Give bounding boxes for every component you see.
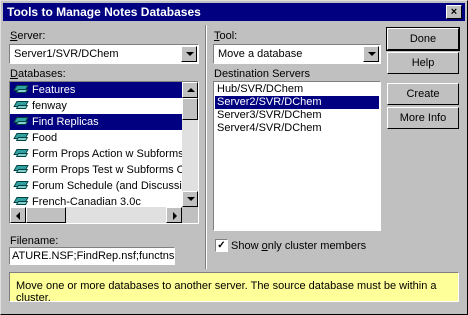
database-icon (13, 149, 29, 158)
vertical-divider (205, 25, 207, 269)
database-icon (13, 197, 29, 206)
database-list-item[interactable]: Form Props Test w Subforms Orig (10, 162, 197, 178)
server-dropdown-arrow[interactable] (181, 46, 197, 62)
databases-list[interactable]: Features fenway Find Replicas Food Form Prop… (9, 81, 199, 224)
database-list-item[interactable]: fenway (10, 98, 182, 114)
databases-vertical-scrollbar[interactable] (182, 82, 198, 207)
server-value: Server1/SVR/DChem (14, 48, 119, 60)
cluster-members-label: Show only cluster members (231, 240, 367, 252)
destination-server-item[interactable]: Server4/SVR/DChem (215, 122, 379, 135)
database-icon (13, 101, 29, 110)
database-list-item[interactable]: Forum Schedule (and Discussion) (10, 178, 198, 194)
database-icon (13, 165, 29, 174)
server-dropdown[interactable]: Server1/SVR/DChem (9, 44, 199, 64)
database-item-label: Food (32, 132, 58, 144)
more-info-button[interactable]: More Info (387, 107, 459, 129)
filename-field[interactable]: ATURE.NSF;FindRep.nsf;functns.nsf (9, 247, 175, 265)
tool-label: Tool: (214, 30, 238, 42)
database-list-item[interactable]: Find Replicas (10, 114, 182, 130)
database-list-item[interactable]: Form Props Action w SubformsFT (10, 146, 197, 162)
arrow-right-icon (173, 212, 177, 220)
window-title: Tools to Manage Notes Databases (7, 5, 201, 19)
arrow-left-icon (16, 212, 20, 220)
database-item-label: fenway (32, 100, 67, 112)
database-item-label: Form Props Test w Subforms Orig (32, 164, 198, 176)
database-item-label: Features (32, 84, 76, 96)
scrollbar-corner (182, 207, 198, 223)
database-item-label: Forum Schedule (and Discussion) (32, 180, 198, 192)
help-button[interactable]: Help (387, 52, 459, 74)
destination-servers-list[interactable]: Hub/SVR/DChem Server2/SVR/DChem Server3/SV… (213, 81, 381, 231)
chevron-down-icon (186, 52, 194, 56)
database-icon (13, 133, 29, 142)
databases-horizontal-scrollbar[interactable] (10, 207, 182, 223)
status-message: Move one or more databases to another se… (9, 272, 459, 304)
arrow-down-icon (187, 197, 195, 201)
database-icon (13, 117, 29, 126)
tool-dropdown-arrow[interactable] (363, 46, 379, 62)
server-label: Server: (10, 30, 46, 42)
chevron-down-icon (368, 52, 376, 56)
scroll-left-button[interactable] (10, 207, 26, 223)
horizontal-scroll-thumb[interactable] (26, 207, 66, 223)
tool-dropdown[interactable]: Move a database (213, 44, 381, 64)
tool-value: Move a database (218, 48, 303, 60)
database-icon (13, 181, 29, 190)
scroll-right-button[interactable] (166, 207, 182, 223)
database-list-item[interactable]: Features (10, 82, 182, 98)
database-item-label: Form Props Action w SubformsFT (32, 148, 198, 160)
scroll-down-button[interactable] (182, 191, 198, 207)
databases-label: Databases: (10, 68, 66, 80)
dialog-window: Tools to Manage Notes Databases × Server… (0, 0, 468, 315)
filename-label: Filename: (10, 235, 59, 247)
database-list-item[interactable]: Food (10, 130, 182, 146)
destination-server-item[interactable]: Server2/SVR/DChem (215, 96, 379, 109)
cluster-members-checkbox[interactable]: ✓ (215, 239, 228, 252)
database-item-label: Find Replicas (32, 116, 99, 128)
done-button[interactable]: Done (386, 27, 460, 51)
database-icon (13, 85, 29, 94)
scroll-up-button[interactable] (182, 82, 198, 98)
title-bar: Tools to Manage Notes Databases × (3, 3, 465, 21)
close-button[interactable]: × (446, 5, 462, 19)
arrow-up-icon (187, 88, 195, 92)
destination-servers-label: Destination Servers (214, 68, 310, 80)
destination-server-item[interactable]: Server3/SVR/DChem (215, 109, 379, 122)
create-button[interactable]: Create (387, 83, 459, 105)
vertical-scroll-thumb[interactable] (182, 98, 198, 120)
destination-server-item[interactable]: Hub/SVR/DChem (215, 83, 379, 96)
